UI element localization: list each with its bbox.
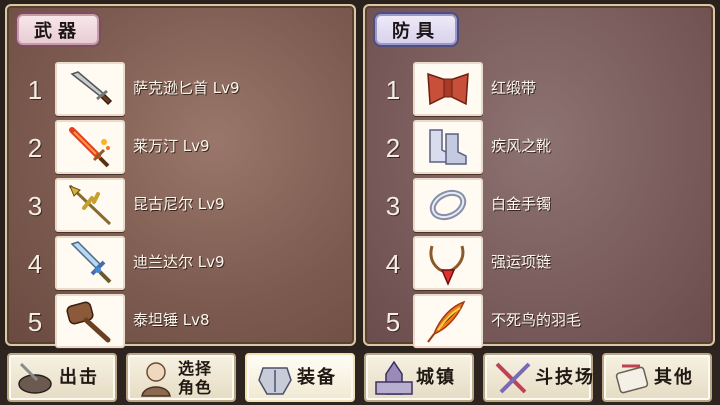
bottom-nav: 出击 选择 角色 装备 城镇 斗技场 其他 — [0, 350, 720, 405]
weapon-row-1[interactable]: 1 萨克逊匕首 Lv9 — [7, 61, 354, 117]
character-icon — [141, 361, 171, 397]
weapon-name: 昆古尼尔 Lv9 — [133, 195, 225, 213]
select-character-label: 选择 角色 — [178, 358, 213, 397]
weapon-name: 迪兰达尔 Lv9 — [133, 253, 225, 271]
equipment-button[interactable]: 装备 — [245, 353, 355, 402]
armor-name: 强运项链 — [491, 253, 552, 271]
ice-sword-icon — [55, 236, 125, 290]
bracelet-icon — [413, 178, 483, 232]
rank-number: 1 — [385, 75, 401, 105]
town-icon — [375, 360, 413, 395]
red-ribbon-icon — [413, 62, 483, 116]
fire-sword-icon — [55, 120, 125, 174]
weapon-row-5[interactable]: 5 泰坦锤 Lv8 — [7, 293, 354, 349]
phoenix-feather-icon — [413, 294, 483, 348]
rank-number: 3 — [27, 191, 43, 221]
armor-icon — [258, 366, 292, 395]
select-character-button[interactable]: 选择 角色 — [126, 353, 236, 402]
rank-number: 2 — [27, 133, 43, 163]
armor-name: 白金手镯 — [491, 195, 552, 213]
armor-row-5[interactable]: 5 不死鸟的羽毛 — [365, 293, 713, 349]
spear-icon — [55, 178, 125, 232]
rank-number: 3 — [385, 191, 401, 221]
other-icon — [615, 364, 649, 393]
armor-row-4[interactable]: 4 强运项链 — [365, 235, 713, 291]
arena-button[interactable]: 斗技场 — [483, 353, 593, 402]
weapons-panel: 武器 1 萨克逊匕首 Lv9 2 莱万汀 Lv9 3 昆古尼尔 Lv9 4 迪兰… — [5, 4, 356, 349]
armor-name: 红缎带 — [491, 79, 537, 97]
sortie-button[interactable]: 出击 — [7, 353, 117, 402]
rank-number: 1 — [27, 75, 43, 105]
other-label: 其他 — [654, 366, 694, 388]
weapon-row-4[interactable]: 4 迪兰达尔 Lv9 — [7, 235, 354, 291]
rank-number: 5 — [385, 307, 401, 337]
equipment-label: 装备 — [297, 366, 337, 388]
dagger-icon — [55, 62, 125, 116]
boots-icon — [413, 120, 483, 174]
armor-row-2[interactable]: 2 疾风之靴 — [365, 119, 713, 175]
sortie-icon — [18, 362, 52, 394]
arena-label: 斗技场 — [535, 366, 595, 388]
armor-name: 不死鸟的羽毛 — [491, 311, 582, 329]
arena-icon — [495, 362, 531, 393]
hammer-icon — [55, 294, 125, 348]
armor-name: 疾风之靴 — [491, 137, 552, 155]
weapon-name: 萨克逊匕首 Lv9 — [133, 79, 240, 97]
town-label: 城镇 — [416, 366, 456, 388]
weapons-tab[interactable]: 武器 — [17, 14, 99, 45]
rank-number: 4 — [385, 249, 401, 279]
rank-number: 5 — [27, 307, 43, 337]
armor-row-3[interactable]: 3 白金手镯 — [365, 177, 713, 233]
weapon-row-2[interactable]: 2 莱万汀 Lv9 — [7, 119, 354, 175]
weapon-name: 莱万汀 Lv9 — [133, 137, 210, 155]
weapon-row-3[interactable]: 3 昆古尼尔 Lv9 — [7, 177, 354, 233]
armor-panel: 防具 1 红缎带 2 疾风之靴 3 白金手镯 4 强运项链 5 不死鸟的羽毛 — [363, 4, 715, 349]
sortie-label: 出击 — [59, 366, 99, 388]
rank-number: 4 — [27, 249, 43, 279]
weapon-name: 泰坦锤 Lv8 — [133, 311, 210, 329]
necklace-icon — [413, 236, 483, 290]
town-button[interactable]: 城镇 — [364, 353, 474, 402]
armor-tab[interactable]: 防具 — [375, 14, 457, 45]
armor-row-1[interactable]: 1 红缎带 — [365, 61, 713, 117]
other-button[interactable]: 其他 — [602, 353, 712, 402]
rank-number: 2 — [385, 133, 401, 163]
